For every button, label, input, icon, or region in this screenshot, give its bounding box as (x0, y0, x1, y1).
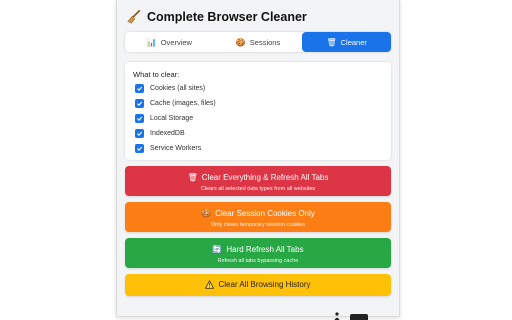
checkmark-icon (137, 86, 143, 91)
checkbox-service-workers[interactable] (135, 143, 144, 153)
tab-label: Overview (160, 37, 192, 47)
checkbox-cache[interactable] (135, 98, 144, 108)
checkbox-local-storage[interactable] (135, 113, 144, 123)
clear-options-panel: What to clear: Cookies (all sites) Cache… (125, 62, 391, 160)
button-subtitle: Clears all selected data types from all … (200, 186, 316, 192)
button-label: Hard Refresh All Tabs (226, 245, 304, 254)
tab-label: Sessions (249, 37, 281, 47)
popup-header: Complete Browser Cleaner (127, 8, 307, 26)
dark-page-element (350, 314, 368, 320)
option-cache[interactable]: Cache (images, files) (135, 98, 216, 108)
tab-bar: 📊 Overview 🍪 Sessions 🗑 Cleaner (125, 32, 392, 52)
clear-history-button[interactable]: Clear All Browsing History (125, 274, 391, 296)
option-label: IndexedDB (150, 129, 185, 137)
option-label: Cache (images, files) (150, 99, 216, 107)
refresh-icon: 🔄 (212, 245, 223, 254)
option-local-storage[interactable]: Local Storage (135, 113, 193, 123)
tab-overview[interactable]: 📊 Overview (125, 32, 214, 52)
option-service-workers[interactable]: Service Workers (135, 143, 201, 153)
button-subtitle: Only clears temporary session cookies (210, 222, 306, 228)
wastebasket-icon: 🗑 (187, 173, 198, 182)
cookie-icon: 🍪 (201, 209, 212, 218)
button-label: Clear Everything & Refresh All Tabs (201, 173, 329, 182)
checkmark-icon (137, 131, 143, 136)
option-label: Cookies (all sites) (150, 84, 206, 92)
wastebasket-icon: 🗑 (326, 37, 337, 47)
checkmark-icon (137, 116, 143, 121)
tab-label: Cleaner (340, 37, 367, 47)
clear-session-cookies-button[interactable]: 🍪 Clear Session Cookies Only Only clears … (125, 202, 391, 232)
page-bottom-icons (334, 312, 368, 320)
clear-everything-button[interactable]: 🗑 Clear Everything & Refresh All Tabs Cle… (125, 166, 391, 196)
tab-cleaner[interactable]: 🗑 Cleaner (302, 32, 392, 52)
warning-icon (205, 280, 215, 290)
checkbox-indexeddb[interactable] (135, 128, 144, 138)
button-label: Clear Session Cookies Only (215, 209, 315, 218)
hard-refresh-button[interactable]: 🔄 Hard Refresh All Tabs Refresh all tabs … (125, 238, 391, 268)
checkmark-icon (137, 101, 143, 106)
option-cookies[interactable]: Cookies (all sites) (135, 83, 205, 93)
tab-sessions[interactable]: 🍪 Sessions (214, 32, 303, 52)
button-label: Clear All Browsing History (218, 280, 311, 289)
extension-popup: Complete Browser Cleaner 📊 Overview 🍪 Se… (116, 0, 400, 317)
app-title: Complete Browser Cleaner (147, 10, 307, 24)
option-indexeddb[interactable]: IndexedDB (135, 128, 185, 138)
option-label: Service Workers (150, 144, 202, 152)
option-label: Local Storage (150, 114, 194, 122)
checkmark-icon (137, 146, 143, 151)
broom-icon (127, 10, 141, 24)
checkbox-cookies[interactable] (135, 83, 144, 93)
button-subtitle: Refresh all tabs bypassing cache (217, 258, 299, 264)
panel-title: What to clear: (133, 70, 180, 79)
chart-icon: 📊 (146, 37, 157, 47)
person-icon (334, 312, 340, 320)
cookie-icon: 🍪 (235, 37, 246, 47)
